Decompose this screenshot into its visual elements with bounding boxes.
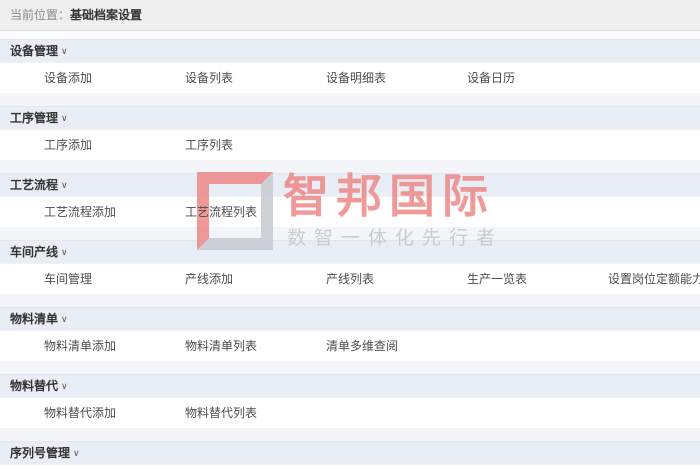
menu-link[interactable]: 产线添加 (141, 264, 282, 294)
menu-link[interactable]: 工艺流程列表 (141, 197, 282, 227)
section-header[interactable]: 物料替代∨ (0, 374, 700, 397)
chevron-down-icon: ∨ (61, 174, 68, 196)
section-header[interactable]: 工序管理∨ (0, 106, 700, 129)
chevron-down-icon: ∨ (61, 241, 68, 263)
menu-link[interactable]: 工序添加 (0, 130, 141, 160)
chevron-down-icon: ∨ (61, 375, 68, 397)
menu-link[interactable]: 物料清单列表 (141, 331, 282, 361)
menu-link[interactable]: 产线列表 (282, 264, 423, 294)
chevron-down-icon: ∨ (61, 308, 68, 330)
section: 物料替代∨ 物料替代添加 物料替代列表 (0, 374, 700, 428)
section: 物料清单∨ 物料清单添加 物料清单列表 清单多维查阅 (0, 307, 700, 361)
section-links: 物料替代添加 物料替代列表 (0, 397, 700, 428)
section-links: 车间管理 产线添加 产线列表 生产一览表 设置岗位定额能力 (0, 263, 700, 294)
spacer (0, 31, 700, 39)
section-title: 车间产线 (10, 245, 58, 259)
menu-link[interactable]: 设备日历 (423, 63, 564, 93)
section-title: 物料清单 (10, 312, 58, 326)
menu-link[interactable]: 清单多维查阅 (282, 331, 423, 361)
section: 工序管理∨ 工序添加 工序列表 (0, 106, 700, 160)
section-links: 序列号生成 序列号列表 (0, 464, 700, 470)
chevron-down-icon: ∨ (73, 442, 80, 464)
menu-link[interactable]: 物料替代添加 (0, 398, 141, 428)
menu-link[interactable]: 工序列表 (141, 130, 282, 160)
section-title: 设备管理 (10, 44, 58, 58)
breadcrumb-label: 当前位置： (10, 8, 70, 22)
menu-link[interactable]: 设备列表 (141, 63, 282, 93)
section-list: 设备管理∨ 设备添加 设备列表 设备明细表 设备日历 工序管理∨ 工序添加 工序… (0, 39, 700, 470)
menu-link[interactable]: 工艺流程添加 (0, 197, 141, 227)
section-links: 设备添加 设备列表 设备明细表 设备日历 (0, 62, 700, 93)
page: 当前位置：基础档案设置 设备管理∨ 设备添加 设备列表 设备明细表 设备日历 工… (0, 0, 700, 470)
menu-link[interactable]: 设置岗位定额能力 (564, 264, 700, 294)
section-title: 工艺流程 (10, 178, 58, 192)
breadcrumb: 当前位置：基础档案设置 (0, 0, 700, 31)
chevron-down-icon: ∨ (61, 107, 68, 129)
section-header[interactable]: 工艺流程∨ (0, 173, 700, 196)
section-header[interactable]: 设备管理∨ (0, 39, 700, 62)
section: 工艺流程∨ 工艺流程添加 工艺流程列表 (0, 173, 700, 227)
section-title: 工序管理 (10, 111, 58, 125)
section-links: 工艺流程添加 工艺流程列表 (0, 196, 700, 227)
menu-link[interactable]: 物料清单添加 (0, 331, 141, 361)
section: 序列号管理∨ 序列号生成 序列号列表 (0, 441, 700, 470)
section-links: 工序添加 工序列表 (0, 129, 700, 160)
section-header[interactable]: 车间产线∨ (0, 240, 700, 263)
section-header[interactable]: 物料清单∨ (0, 307, 700, 330)
section: 车间产线∨ 车间管理 产线添加 产线列表 生产一览表 设置岗位定额能力 (0, 240, 700, 294)
menu-link[interactable]: 物料替代列表 (141, 398, 282, 428)
chevron-down-icon: ∨ (61, 40, 68, 62)
menu-link[interactable]: 序列号生成 (0, 465, 141, 470)
section-links: 物料清单添加 物料清单列表 清单多维查阅 (0, 330, 700, 361)
menu-link[interactable]: 序列号列表 (141, 465, 282, 470)
menu-link[interactable]: 设备明细表 (282, 63, 423, 93)
section-header[interactable]: 序列号管理∨ (0, 441, 700, 464)
section-title: 物料替代 (10, 379, 58, 393)
menu-link[interactable]: 生产一览表 (423, 264, 564, 294)
menu-link[interactable]: 设备添加 (0, 63, 141, 93)
breadcrumb-current: 基础档案设置 (70, 8, 142, 22)
menu-link[interactable]: 车间管理 (0, 264, 141, 294)
section: 设备管理∨ 设备添加 设备列表 设备明细表 设备日历 (0, 39, 700, 93)
section-title: 序列号管理 (10, 446, 70, 460)
